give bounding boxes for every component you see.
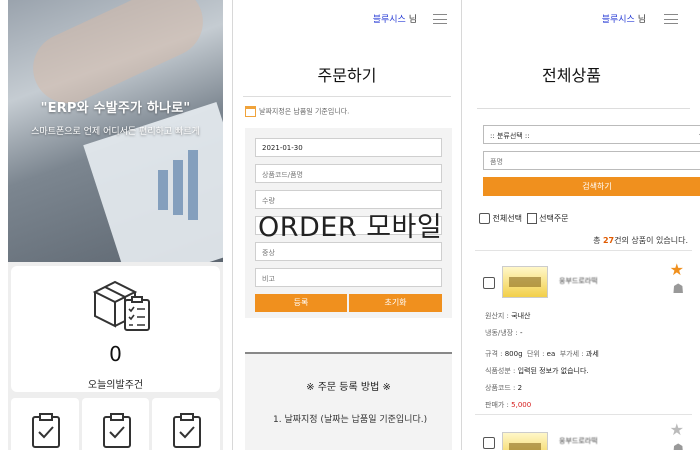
user-greeting: 블루시스 님 bbox=[602, 12, 646, 25]
code-value: 2 bbox=[517, 384, 523, 392]
spec-label: 규격 : bbox=[485, 350, 503, 358]
product-thumbnail[interactable] bbox=[502, 432, 548, 450]
howto-title: ※ 주문 등록 방법 ※ bbox=[306, 382, 391, 393]
favorite-star-icon[interactable]: ★ bbox=[670, 420, 684, 439]
clipboard-check-icon bbox=[32, 413, 60, 448]
spec-value: 800g bbox=[504, 350, 523, 358]
product-thumbnail[interactable] bbox=[502, 266, 548, 298]
page-title: 전체상품 bbox=[542, 66, 601, 85]
divider bbox=[475, 250, 692, 251]
today-order-card[interactable] bbox=[11, 266, 220, 392]
date-note: 날짜지정은 납품일 기준입니다. bbox=[245, 106, 349, 117]
today-order-label: 오늘의발주건 bbox=[87, 380, 144, 391]
selected-order-button[interactable]: 선택주문 bbox=[539, 214, 568, 223]
shortcut-card[interactable] bbox=[152, 398, 221, 450]
date-field[interactable]: 2021-01-30 bbox=[255, 138, 442, 157]
hero-chart-bar bbox=[173, 160, 183, 215]
select-all-label[interactable]: 전체선택 bbox=[493, 214, 522, 223]
date-note-text: 날짜지정은 납품일 기준입니다. bbox=[259, 107, 350, 116]
order-mobile-watermark: ORDER 모바일 bbox=[258, 212, 443, 243]
hero-chart-bar bbox=[188, 150, 198, 220]
category-select[interactable]: :: 분류선택 :: ⌵ bbox=[483, 125, 700, 144]
calendar-icon bbox=[245, 106, 256, 117]
user-name[interactable]: 블루시스 bbox=[373, 15, 406, 25]
search-input[interactable]: 품명 bbox=[483, 151, 700, 170]
code-row: 상품코드 : 2 bbox=[485, 380, 599, 397]
tax-label: 부가세 : bbox=[559, 350, 584, 358]
origin-row: 원산지 : 국내산 bbox=[485, 308, 599, 325]
divider bbox=[477, 108, 690, 109]
cart-icon[interactable]: ☗ bbox=[672, 282, 684, 297]
clipboard-check-icon bbox=[102, 413, 131, 448]
user-name[interactable]: 블루시스 bbox=[602, 15, 635, 25]
hero-banner: "ERP와 수발주가 하나로" 스마트폰으로 언제 어디서든 편리하고 빠르게 bbox=[8, 0, 223, 262]
menu-icon[interactable] bbox=[433, 14, 447, 24]
product-list-panel: 블루시스 님 전체상품 :: 분류선택 :: ⌵ 품명 검색하기 전체선택 선택… bbox=[467, 0, 700, 450]
total-suffix: 건의 상품이 있습니다. bbox=[614, 236, 688, 245]
hero-subtitle: 스마트폰으로 언제 어디서든 편리하고 빠르게 bbox=[31, 127, 200, 137]
ingredient-row: 식품성분 : 입력된 정보가 없습니다. bbox=[485, 363, 599, 380]
category-select-value: :: 분류선택 :: bbox=[490, 132, 530, 140]
storage-row: 냉동/냉장 : - bbox=[485, 325, 599, 342]
product-item: 웅부드로라떡 ★ ☗ 원산지 : 국내산 냉동/냉장 : - 규격 : 800g… bbox=[475, 260, 700, 414]
spec-row: 규격 : 800g 단위 : ea 부가세 : 과세 bbox=[485, 346, 599, 363]
product-code-field[interactable]: 상품코드/품명 bbox=[255, 164, 442, 183]
today-order-count: 0 bbox=[109, 342, 122, 366]
total-count: 27 bbox=[602, 236, 615, 245]
storage-value: - bbox=[519, 329, 523, 337]
hero-chart-bar bbox=[158, 170, 168, 210]
hero-title: "ERP와 수발주가 하나로" bbox=[40, 101, 191, 116]
product-name[interactable]: 웅부드로라떡 bbox=[559, 436, 598, 446]
total-prefix: 총 bbox=[593, 236, 601, 245]
product-total: 총 27건의 상품이 있습니다. bbox=[593, 235, 688, 246]
dashboard-panel: "ERP와 수발주가 하나로" 스마트폰으로 언제 어디서든 편리하고 빠르게 … bbox=[8, 0, 223, 450]
menu-icon[interactable] bbox=[664, 14, 678, 24]
shortcut-row bbox=[11, 398, 221, 450]
shortcut-card[interactable] bbox=[11, 398, 79, 450]
tax-value: 과세 bbox=[585, 350, 599, 358]
weight-field[interactable]: 중상 bbox=[255, 242, 442, 261]
storage-label: 냉동/냉장 : bbox=[485, 329, 518, 337]
selection-row: 전체선택 선택주문 bbox=[479, 213, 569, 224]
howto-step: 1. 날짜지정 (날짜는 납품일 기준입니다.) bbox=[273, 415, 428, 425]
price-label: 판매가 : bbox=[485, 401, 509, 409]
product-checkbox[interactable] bbox=[483, 437, 495, 449]
product-info: 원산지 : 국내산 냉동/냉장 : - 규격 : 800g 단위 : ea 부가… bbox=[485, 308, 599, 414]
favorite-star-icon[interactable]: ★ bbox=[670, 260, 684, 279]
product-checkbox[interactable] bbox=[483, 277, 495, 289]
product-item: 웅부드로라떡 ★ ☗ bbox=[475, 420, 700, 450]
box-clipboard-icon bbox=[92, 280, 150, 331]
origin-value: 국내산 bbox=[511, 312, 531, 320]
user-suffix: 님 bbox=[637, 15, 646, 25]
price-value: 5,000 bbox=[511, 401, 532, 409]
page-title: 주문하기 bbox=[317, 66, 377, 85]
unit-label: 단위 : bbox=[526, 350, 545, 358]
clipboard-icon bbox=[526, 213, 537, 224]
ingredient-value: 입력된 정보가 없습니다. bbox=[517, 367, 589, 375]
register-button[interactable]: 등록 bbox=[255, 294, 347, 312]
cart-icon[interactable]: ☗ bbox=[672, 442, 684, 450]
price-row: 판매가 : 5,000 bbox=[485, 397, 599, 414]
code-label: 상품코드 : bbox=[485, 384, 516, 392]
product-name[interactable]: 웅부드로라떡 bbox=[559, 276, 598, 286]
search-button[interactable]: 검색하기 bbox=[483, 177, 700, 196]
divider bbox=[475, 414, 692, 415]
select-all-checkbox[interactable] bbox=[479, 213, 490, 224]
origin-label: 원산지 : bbox=[485, 312, 509, 320]
clipboard-check-icon bbox=[173, 413, 202, 448]
howto-box: ※ 주문 등록 방법 ※ 1. 날짜지정 (날짜는 납품일 기준입니다.) bbox=[245, 352, 452, 450]
user-suffix: 님 bbox=[408, 15, 417, 25]
user-greeting: 블루시스 님 bbox=[373, 12, 417, 25]
shortcut-card[interactable] bbox=[81, 398, 150, 450]
divider bbox=[243, 96, 451, 97]
ingredient-label: 식품성분 : bbox=[485, 367, 516, 375]
memo-field[interactable]: 비고 bbox=[255, 268, 442, 287]
reset-button[interactable]: 초기화 bbox=[349, 294, 442, 312]
unit-value: ea bbox=[546, 350, 556, 358]
